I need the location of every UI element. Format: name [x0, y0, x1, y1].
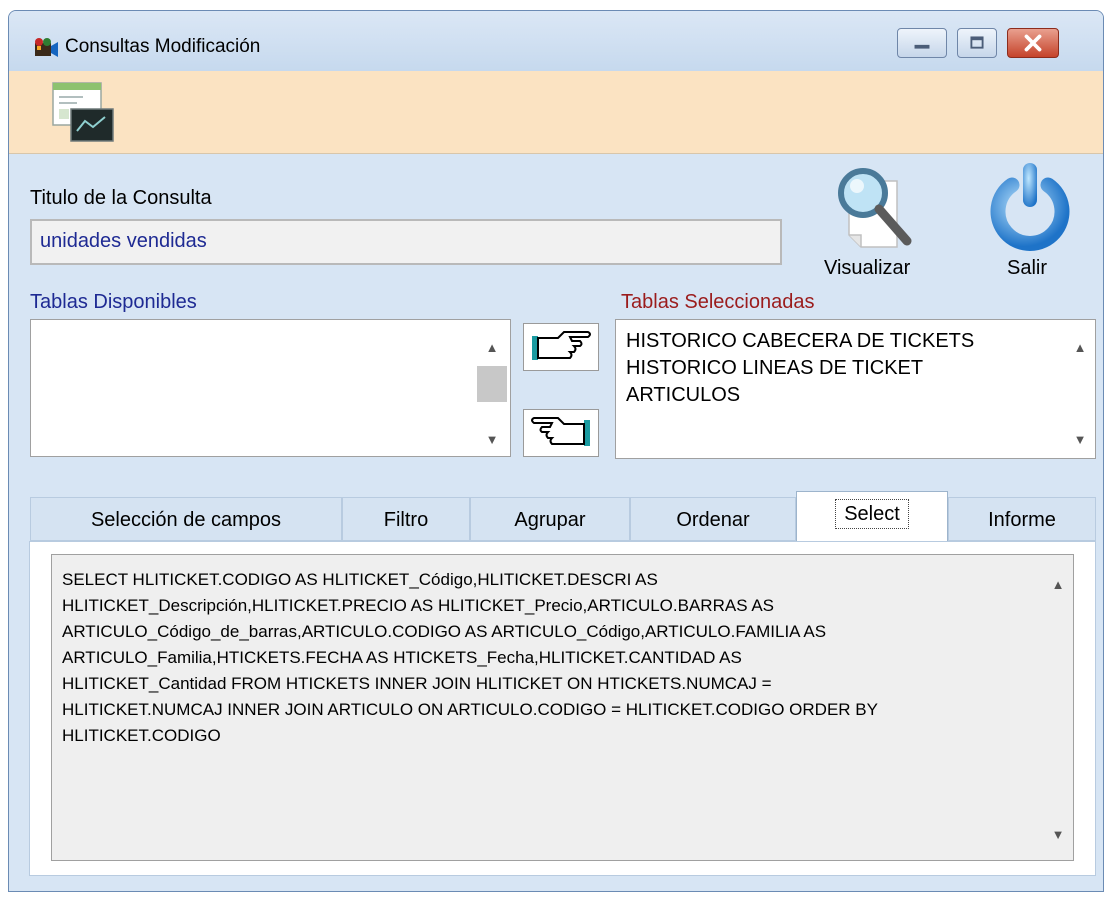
magnifier-icon[interactable] [827, 159, 915, 259]
query-tabs: Selección de campos Filtro Agrupar Orden… [30, 491, 1096, 541]
list-item[interactable]: HISTORICO CABECERA DE TICKETS [626, 328, 1085, 355]
sql-line: HLITICKET.NUMCAJ INNER JOIN ARTICULO ON … [62, 700, 878, 719]
toolbar [9, 71, 1103, 154]
close-button[interactable] [1007, 28, 1059, 58]
preview-label[interactable]: Visualizar [824, 257, 910, 280]
sql-line: ARTICULO_Familia,HTICKETS.FECHA AS HTICK… [62, 648, 742, 667]
select-tab-panel: SELECT HLITICKET.CODIGO AS HLITICKET_Cód… [29, 541, 1096, 876]
tab-ordenar[interactable]: Ordenar [630, 497, 796, 541]
minimize-icon [914, 44, 930, 49]
remove-table-button[interactable] [523, 409, 599, 457]
scroll-down-icon[interactable]: ▼ [1070, 430, 1090, 450]
tab-filtro[interactable]: Filtro [342, 497, 470, 541]
sql-text: SELECT HLITICKET.CODIGO AS HLITICKET_Cód… [62, 567, 1042, 749]
available-tables-label: Tablas Disponibles [30, 291, 197, 313]
sql-textarea[interactable]: SELECT HLITICKET.CODIGO AS HLITICKET_Cód… [51, 554, 1074, 861]
minimize-button[interactable] [897, 28, 947, 58]
hand-pointing-right-icon [532, 331, 591, 360]
exit-label[interactable]: Salir [1007, 257, 1047, 280]
sql-line: HLITICKET.CODIGO [62, 726, 221, 745]
title-bar[interactable]: Consultas Modificación [9, 11, 1103, 71]
tab-seleccion-campos[interactable]: Selección de campos [30, 497, 342, 541]
movie-camera-icon [35, 38, 58, 57]
scroll-down-icon[interactable]: ▼ [1048, 825, 1068, 845]
tab-select[interactable]: Select [796, 491, 948, 541]
scroll-up-icon[interactable]: ▲ [1048, 575, 1068, 595]
sql-line: HLITICKET_Cantidad FROM HTICKETS INNER J… [62, 674, 772, 693]
maximize-button[interactable] [957, 28, 997, 58]
tab-agrupar[interactable]: Agrupar [470, 497, 630, 541]
scrollbar-thumb[interactable] [477, 366, 507, 402]
window-title: Consultas Modificación [65, 36, 261, 57]
query-title-label: Titulo de la Consulta [30, 187, 212, 209]
list-item[interactable]: HISTORICO LINEAS DE TICKET [626, 355, 1085, 382]
power-icon[interactable] [984, 159, 1076, 253]
query-title-input[interactable]: unidades vendidas [30, 219, 782, 265]
report-preview-icon[interactable] [49, 79, 121, 147]
sql-line: HLITICKET_Descripción,HLITICKET.PRECIO A… [62, 596, 774, 615]
hand-pointing-left-icon [531, 417, 590, 446]
sql-line: ARTICULO_Código_de_barras,ARTICULO.CODIG… [62, 622, 827, 641]
available-tables-list[interactable]: ▲ ▼ [30, 319, 511, 457]
add-table-button[interactable] [523, 323, 599, 371]
scroll-down-icon[interactable]: ▼ [482, 430, 502, 450]
tab-informe[interactable]: Informe [948, 497, 1096, 541]
scroll-up-icon[interactable]: ▲ [1070, 338, 1090, 358]
list-item[interactable]: ARTICULOS [626, 382, 1085, 409]
query-window: Consultas Modificación Titulo de la Cons… [8, 10, 1104, 892]
maximize-icon [970, 36, 984, 49]
selected-tables-list[interactable]: HISTORICO CABECERA DE TICKETS HISTORICO … [615, 319, 1096, 459]
close-icon [1024, 34, 1042, 52]
scroll-up-icon[interactable]: ▲ [482, 338, 502, 358]
tab-select-label: Select [835, 499, 909, 529]
sql-line: SELECT HLITICKET.CODIGO AS HLITICKET_Cód… [62, 570, 658, 589]
selected-tables-label: Tablas Seleccionadas [621, 291, 815, 313]
